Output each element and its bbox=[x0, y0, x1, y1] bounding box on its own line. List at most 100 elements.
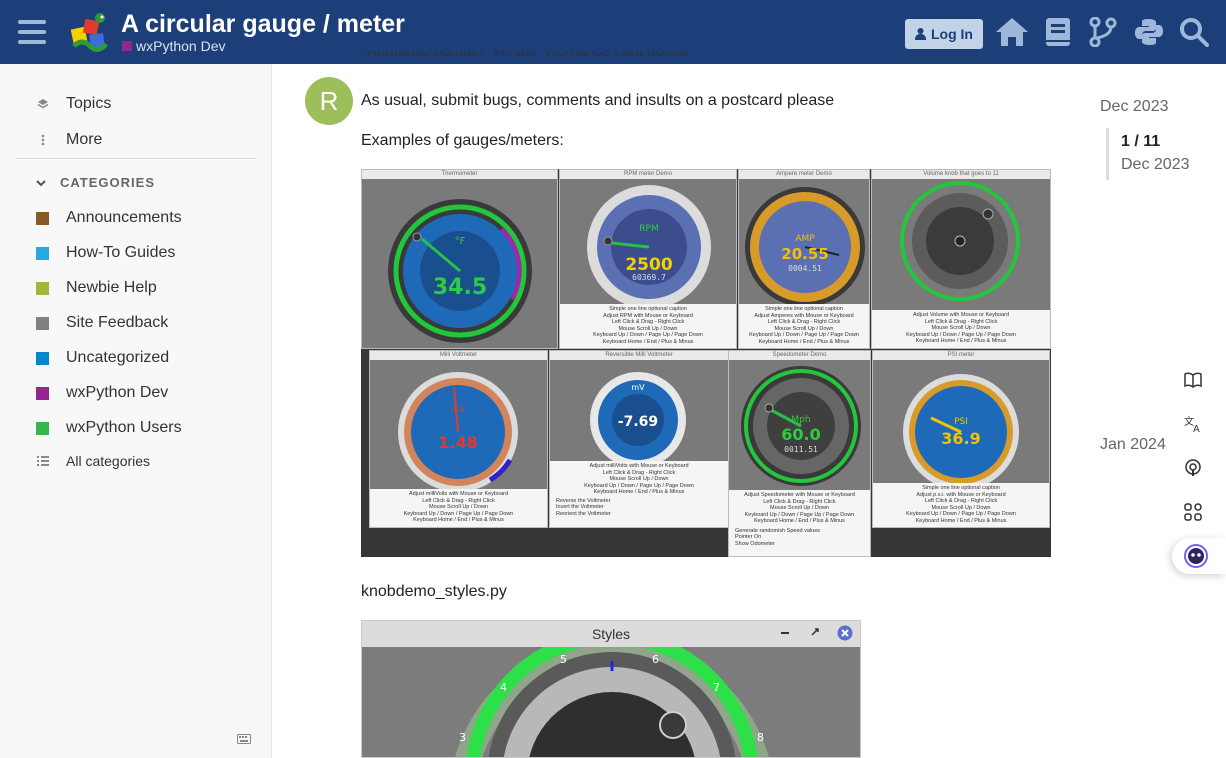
gauge-window: Thermometer °F 34.5 bbox=[361, 169, 558, 349]
gauge-window: RPM meter Demo RPM 2500 60369.7 Simple o… bbox=[559, 169, 737, 349]
gauge-window-title: Milli Voltmeter bbox=[370, 351, 547, 360]
book-icon[interactable] bbox=[1040, 14, 1076, 50]
knob-tick-label: 6 bbox=[652, 653, 659, 666]
gauge-unit: °F bbox=[455, 236, 466, 247]
knob-tick-label: 4 bbox=[500, 681, 507, 694]
sidebar-item-label: How-To Guides bbox=[66, 244, 176, 261]
svg-text:A: A bbox=[1193, 424, 1200, 433]
file-name-label: knobdemo_styles.py bbox=[361, 583, 507, 600]
gauge-caption: Adjust Volume with Mouse or Keyboard Left… bbox=[872, 310, 1050, 348]
gauge-unit: mV bbox=[451, 405, 467, 415]
gauge-window-title: Reversible Milli Voltmeter bbox=[550, 351, 728, 360]
gauge-window-title: Volume knob that goes to 11 bbox=[872, 170, 1050, 179]
gauge-window-title: Speedometer Demo bbox=[729, 351, 870, 360]
timeline-position-date: Dec 2023 bbox=[1121, 156, 1190, 173]
post-paragraph: Examples of gauges/meters: bbox=[361, 132, 564, 149]
gauge-reading: 2500 bbox=[625, 255, 672, 275]
search-icon[interactable] bbox=[1176, 14, 1212, 50]
apps-icon[interactable] bbox=[1172, 494, 1226, 530]
knob-tick-label: 5 bbox=[560, 653, 567, 666]
sidebar-item-label: Site Feedback bbox=[66, 314, 169, 331]
category-swatch-icon bbox=[36, 386, 49, 400]
gauge-window: Speedometer Demo Mph 60.0 0011.51 Adjust… bbox=[728, 350, 871, 557]
keyboard-shortcuts-icon[interactable] bbox=[237, 731, 251, 747]
thermometer-gauge: °F 34.5 bbox=[388, 199, 532, 343]
gauge-reading: 20.55 bbox=[781, 245, 828, 263]
timeline-end-date[interactable]: Jan 2024 bbox=[1100, 436, 1166, 454]
previous-post-text: "Romantic domain" versus "Romance cant d… bbox=[361, 51, 694, 60]
gauge-unit: PSI bbox=[954, 417, 968, 427]
sidebar-item-newbie-help[interactable]: Newbie Help bbox=[34, 279, 157, 297]
categories-toggle[interactable]: CATEGORIES bbox=[36, 175, 155, 190]
user-icon bbox=[915, 28, 926, 40]
gauge-gallery-image[interactable]: Thermometer °F 34.5 RPM meter Demo RPM 2… bbox=[361, 169, 1051, 557]
gauge-odometer: 0011.51 bbox=[784, 445, 818, 454]
sidebar-item-announcements[interactable]: Announcements bbox=[34, 209, 182, 227]
breadcrumb[interactable]: wxPython Dev bbox=[122, 38, 225, 54]
hamburger-menu-icon[interactable] bbox=[14, 14, 50, 50]
sidebar-item-label: Uncategorized bbox=[66, 349, 170, 366]
sidebar-item-how-to-guides[interactable]: How-To Guides bbox=[34, 244, 175, 262]
gauge-reading: 1.48 bbox=[438, 433, 477, 452]
gauge-reading: 36.9 bbox=[941, 429, 980, 448]
more-vertical-icon bbox=[34, 134, 52, 146]
gauge-window: Ampere meter Demo AMP 20.55 0004.51 Simp… bbox=[738, 169, 870, 349]
post-paragraph: As usual, submit bugs, comments and insu… bbox=[361, 92, 835, 109]
category-swatch-icon bbox=[36, 421, 49, 435]
category-swatch-icon bbox=[36, 316, 49, 330]
gauge-window-title: Ampere meter Demo bbox=[739, 170, 869, 179]
python-icon[interactable] bbox=[1131, 14, 1167, 50]
timeline-scroller[interactable] bbox=[1106, 128, 1109, 180]
sidebar-item-wxpython-users[interactable]: wxPython Users bbox=[34, 419, 182, 437]
restore-icon[interactable] bbox=[810, 626, 820, 640]
login-label: Log In bbox=[931, 26, 973, 42]
gauge-caption: Simple one line optional caption Adjust A… bbox=[739, 304, 869, 348]
sidebar-item-all-categories[interactable]: All categories bbox=[34, 453, 150, 469]
podcast-icon[interactable] bbox=[1172, 450, 1226, 486]
knob-tick-label: 3 bbox=[459, 731, 466, 744]
gauge-window: Volume knob that goes to 11 Adjust Volum… bbox=[871, 169, 1051, 349]
knob-tick-label: 8 bbox=[757, 731, 764, 744]
category-swatch-icon bbox=[36, 211, 49, 225]
styles-titlebar: Styles bbox=[362, 621, 860, 647]
minimize-icon[interactable] bbox=[780, 626, 790, 640]
gauge-caption: Simple one line optional caption Adjust R… bbox=[560, 304, 736, 348]
knob-tick-label: 7 bbox=[713, 681, 720, 694]
sidebar-item-label: Newbie Help bbox=[66, 279, 157, 296]
sidebar-item-more[interactable]: More bbox=[34, 131, 102, 149]
login-button[interactable]: Log In bbox=[905, 19, 983, 49]
category-swatch-icon bbox=[36, 246, 49, 260]
avatar[interactable]: R bbox=[305, 77, 353, 125]
sidebar-item-uncategorized[interactable]: Uncategorized bbox=[34, 349, 169, 367]
gauge-unit: RPM bbox=[639, 224, 658, 234]
breadcrumb-category[interactable]: wxPython Dev bbox=[136, 38, 225, 54]
git-branch-icon[interactable] bbox=[1085, 14, 1121, 50]
category-swatch-icon bbox=[36, 351, 49, 365]
sidebar-item-label: wxPython Users bbox=[66, 419, 182, 436]
close-icon[interactable] bbox=[837, 625, 853, 644]
styles-knob: 3 4 5 6 7 8 bbox=[455, 647, 769, 757]
gauge-window: Milli Voltmeter mV 1.48 Adjust milliVolt… bbox=[369, 350, 548, 528]
layers-icon bbox=[34, 98, 52, 110]
sidebar-item-topics[interactable]: Topics bbox=[34, 95, 111, 113]
gauge-odometer: 60369.7 bbox=[632, 273, 666, 282]
gauge-unit: Mph bbox=[791, 415, 810, 425]
page-title: A circular gauge / meter bbox=[121, 10, 405, 38]
sidebar-item-wxpython-dev[interactable]: wxPython Dev bbox=[34, 384, 168, 402]
translate-icon[interactable]: 文A bbox=[1172, 406, 1226, 442]
site-logo[interactable] bbox=[68, 10, 114, 56]
assistant-icon[interactable] bbox=[1172, 538, 1226, 574]
styles-window-image[interactable]: Styles 3 4 5 6 7 8 bbox=[361, 620, 861, 758]
sidebar-item-label: Announcements bbox=[66, 209, 182, 226]
category-badge-icon bbox=[122, 41, 132, 51]
gauge-unit: mV bbox=[631, 383, 645, 392]
home-icon[interactable] bbox=[994, 14, 1030, 50]
reader-icon[interactable] bbox=[1172, 362, 1226, 398]
sidebar-item-label: More bbox=[66, 131, 103, 148]
gauge-window: Reversible Milli Voltmeter mV -7.69 Adju… bbox=[549, 350, 729, 528]
sidebar-divider bbox=[16, 158, 256, 159]
chevron-down-icon bbox=[36, 176, 46, 190]
sidebar-item-site-feedback[interactable]: Site Feedback bbox=[34, 314, 168, 332]
timeline-position: 1 / 11 bbox=[1121, 133, 1161, 150]
timeline-start-date[interactable]: Dec 2023 bbox=[1100, 98, 1169, 116]
